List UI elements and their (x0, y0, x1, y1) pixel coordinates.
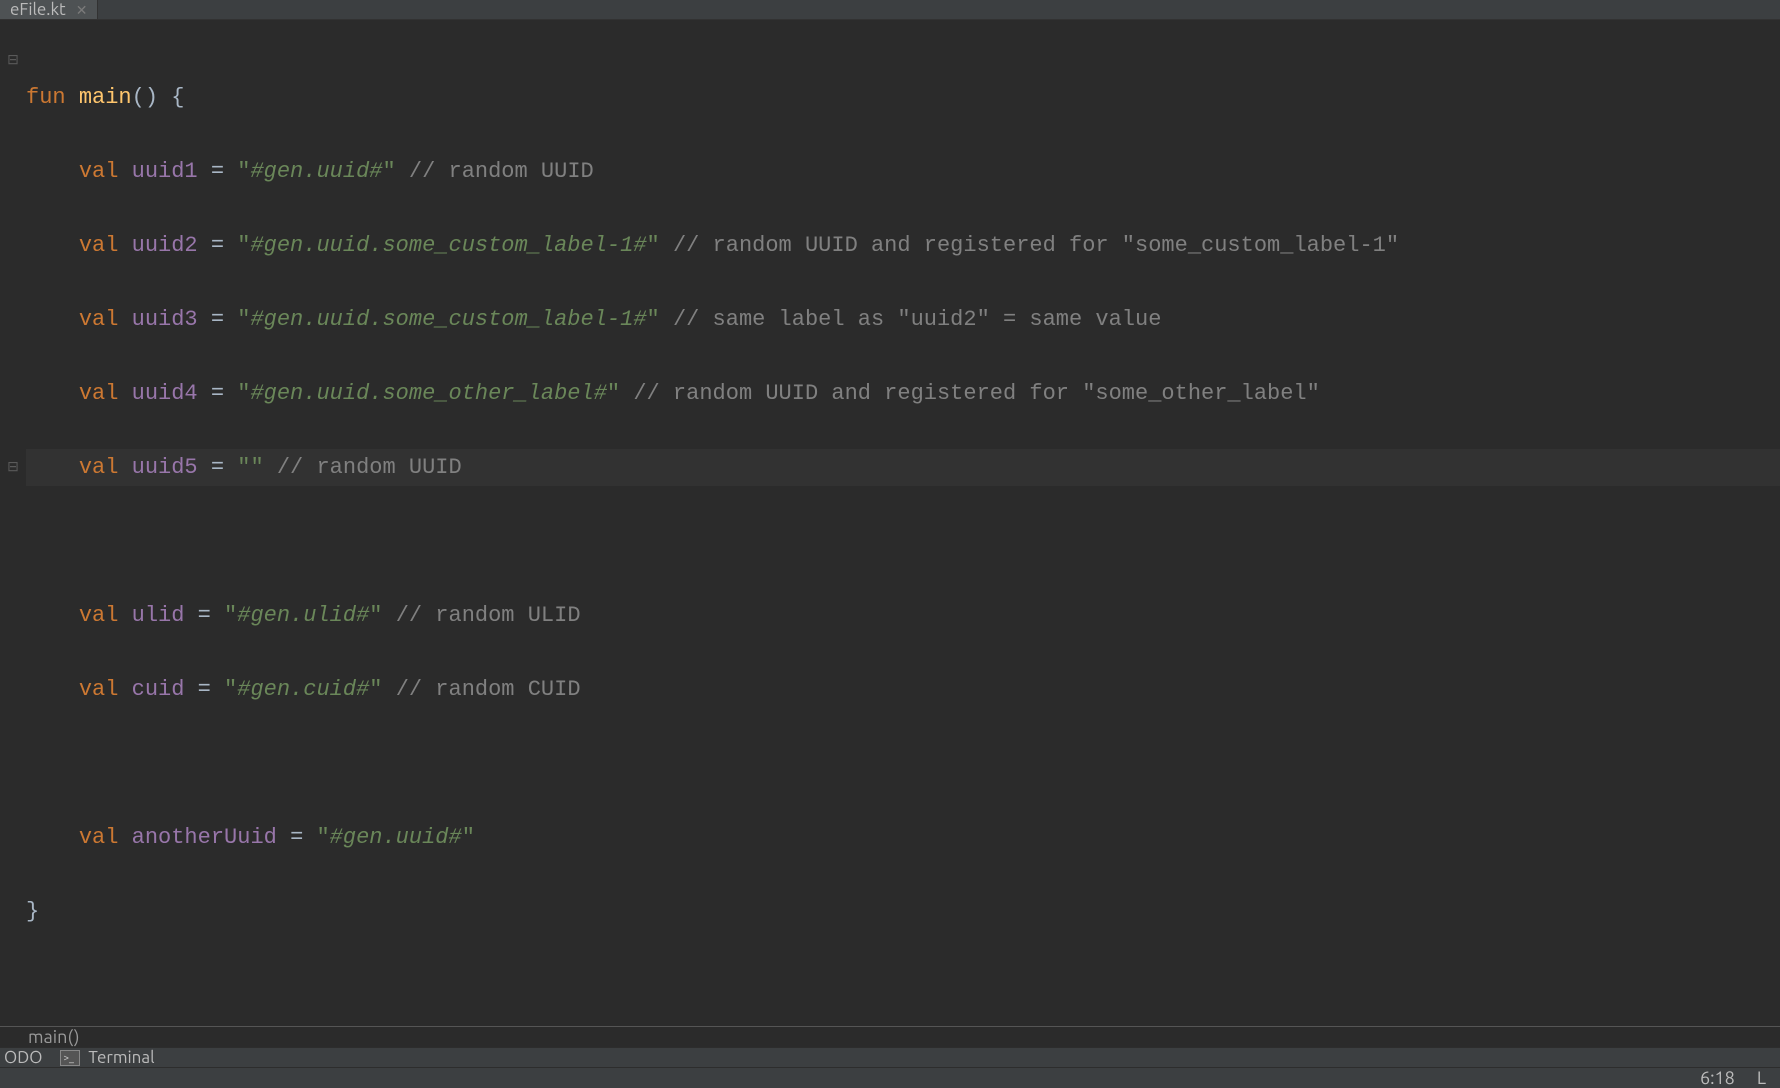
code-line[interactable]: val uuid2 = "#gen.uuid.some_custom_label… (26, 227, 1780, 264)
code-line[interactable]: val cuid = "#gen.cuid#" // random CUID (26, 671, 1780, 708)
status-cursor-position[interactable]: 6:18 (1700, 1068, 1735, 1088)
tab-filename: eFile.kt (10, 0, 66, 19)
status-bar: 6:18 L (0, 1068, 1780, 1088)
code-line[interactable]: val uuid1 = "#gen.uuid#" // random UUID (26, 153, 1780, 190)
code-line[interactable]: val uuid3 = "#gen.uuid.some_custom_label… (26, 301, 1780, 338)
breadcrumb-item[interactable]: main() (28, 1027, 80, 1047)
code-line[interactable]: fun main() { (26, 79, 1780, 116)
code-line[interactable] (26, 523, 1780, 560)
code-line[interactable]: } (26, 893, 1780, 930)
fold-open-icon[interactable]: ⊟ (0, 42, 26, 79)
close-icon[interactable]: ✕ (76, 3, 88, 17)
tab-file[interactable]: eFile.kt ✕ (0, 0, 98, 19)
code-line[interactable]: val anotherUuid = "#gen.uuid#" (26, 819, 1780, 856)
status-encoding[interactable]: L (1757, 1068, 1766, 1088)
code-area[interactable]: fun main() { val uuid1 = "#gen.uuid#" //… (26, 20, 1780, 1026)
tool-window-bar: ODO >_ Terminal (0, 1047, 1780, 1068)
code-line[interactable]: val ulid = "#gen.ulid#" // random ULID (26, 597, 1780, 634)
tab-bar: eFile.kt ✕ (0, 0, 1780, 20)
code-line-current[interactable]: val uuid5 = "" // random UUID (26, 449, 1780, 486)
breadcrumbs[interactable]: main() (0, 1026, 1780, 1047)
toolwin-todo[interactable]: ODO (4, 1048, 42, 1067)
terminal-icon: >_ (60, 1050, 80, 1066)
code-line[interactable] (26, 745, 1780, 782)
toolwin-terminal[interactable]: >_ Terminal (60, 1048, 154, 1067)
fold-close-icon[interactable]: ⊟ (0, 449, 26, 486)
editor[interactable]: ⊟ ⊟ fun main() { val uuid1 = "#gen.uuid#… (0, 20, 1780, 1026)
code-line[interactable]: val uuid4 = "#gen.uuid.some_other_label#… (26, 375, 1780, 412)
gutter: ⊟ ⊟ (0, 20, 26, 1026)
